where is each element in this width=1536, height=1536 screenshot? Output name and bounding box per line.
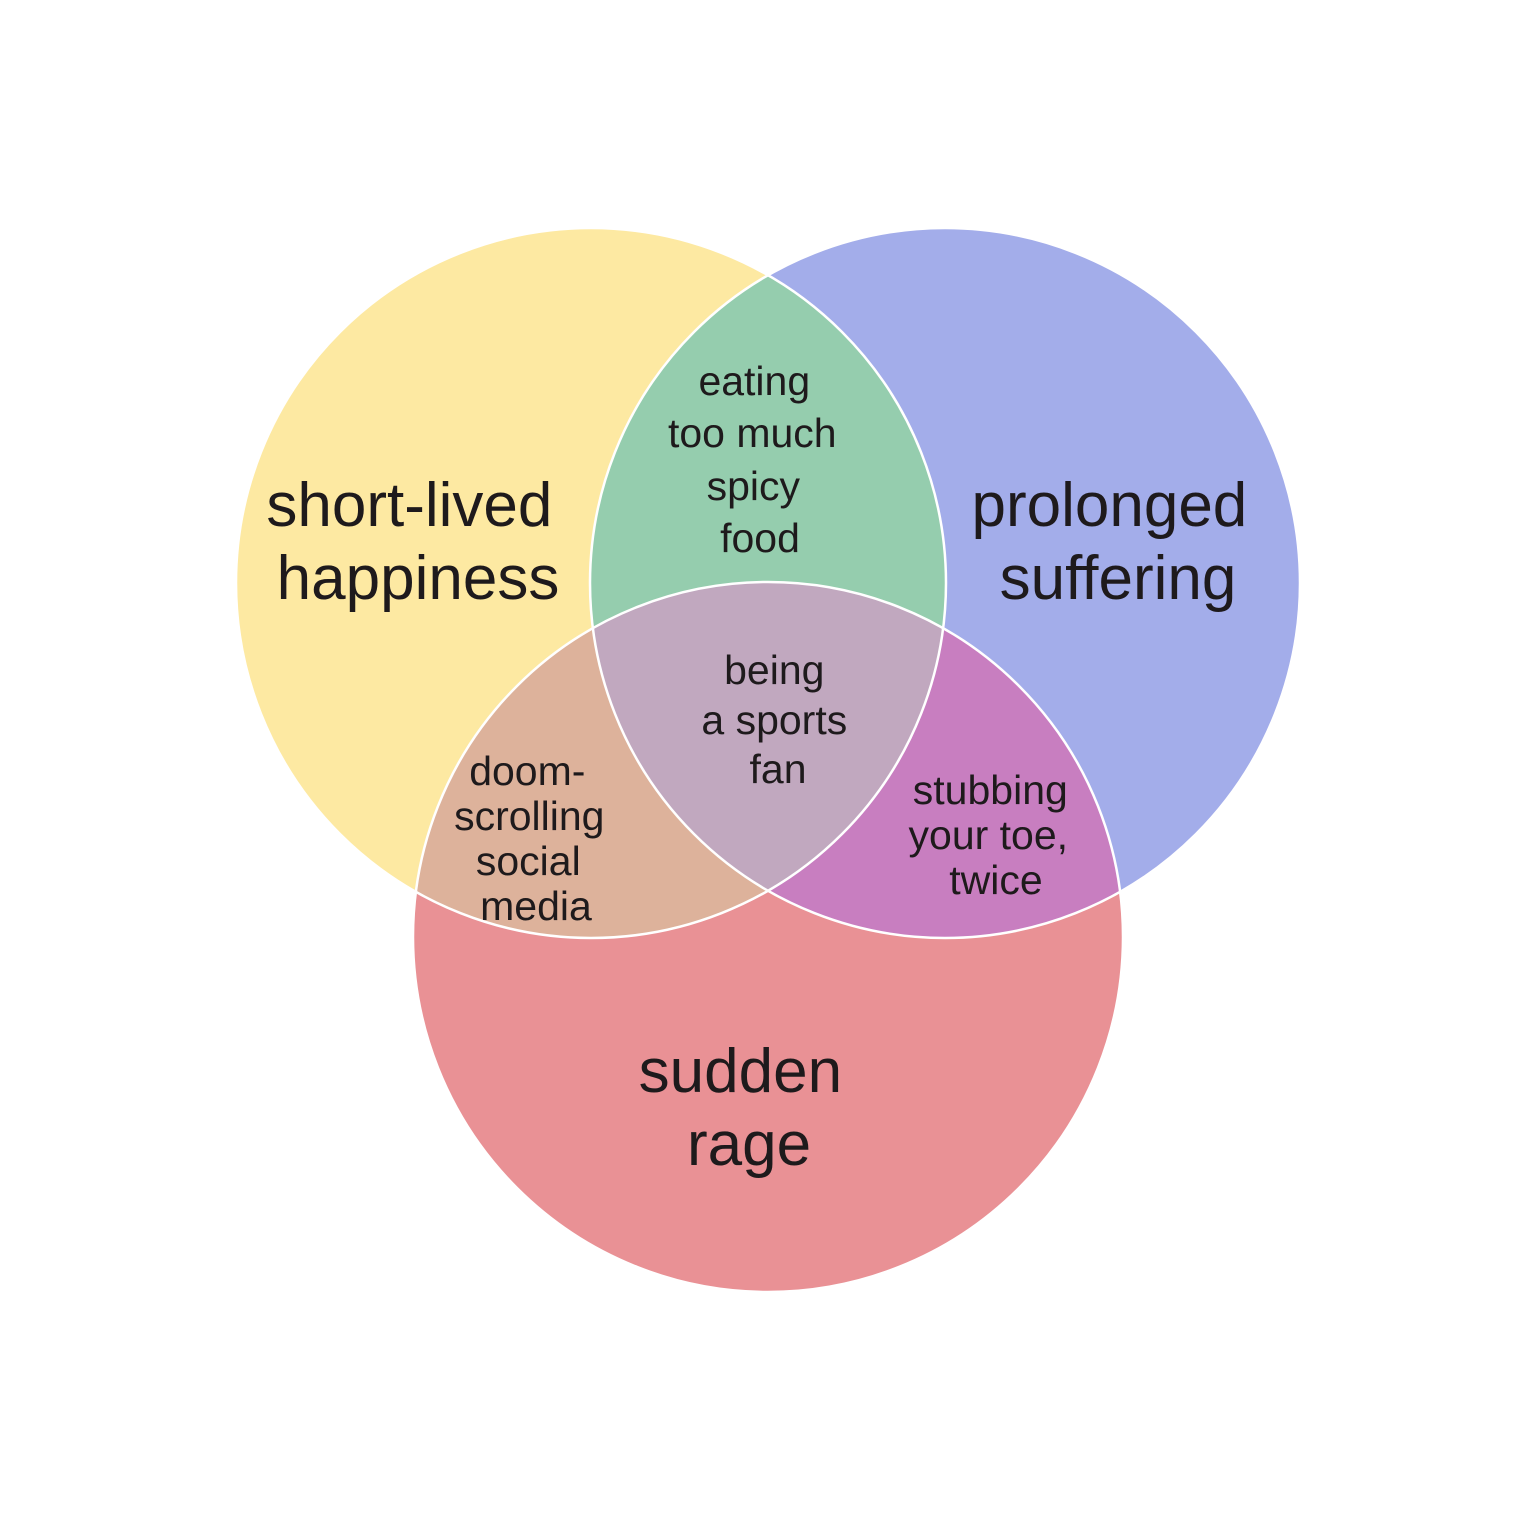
- venn-diagram: short-lived happiness prolonged sufferin…: [234, 226, 1302, 1294]
- label-line: your toe,: [909, 812, 1069, 858]
- label-line: twice: [949, 857, 1042, 903]
- label-line: eating: [698, 358, 810, 404]
- label-line: too much: [668, 410, 837, 456]
- label-line: being: [724, 647, 824, 693]
- label-line: happiness: [277, 544, 560, 613]
- label-line: sudden: [639, 1037, 842, 1106]
- label-line: rage: [687, 1110, 811, 1179]
- label-line: suffering: [1000, 544, 1237, 613]
- label-line: food: [720, 515, 800, 561]
- label-line: doom-: [469, 748, 585, 794]
- label-line: short-lived: [266, 471, 552, 540]
- label-line: fan: [750, 746, 807, 792]
- label-line: social: [476, 838, 581, 884]
- label-line: media: [480, 883, 592, 929]
- label-line: prolonged: [971, 471, 1247, 540]
- label-line: spicy: [707, 463, 801, 509]
- label-line: scrolling: [454, 793, 604, 839]
- label-line: a sports: [701, 697, 847, 743]
- label-line: stubbing: [913, 767, 1068, 813]
